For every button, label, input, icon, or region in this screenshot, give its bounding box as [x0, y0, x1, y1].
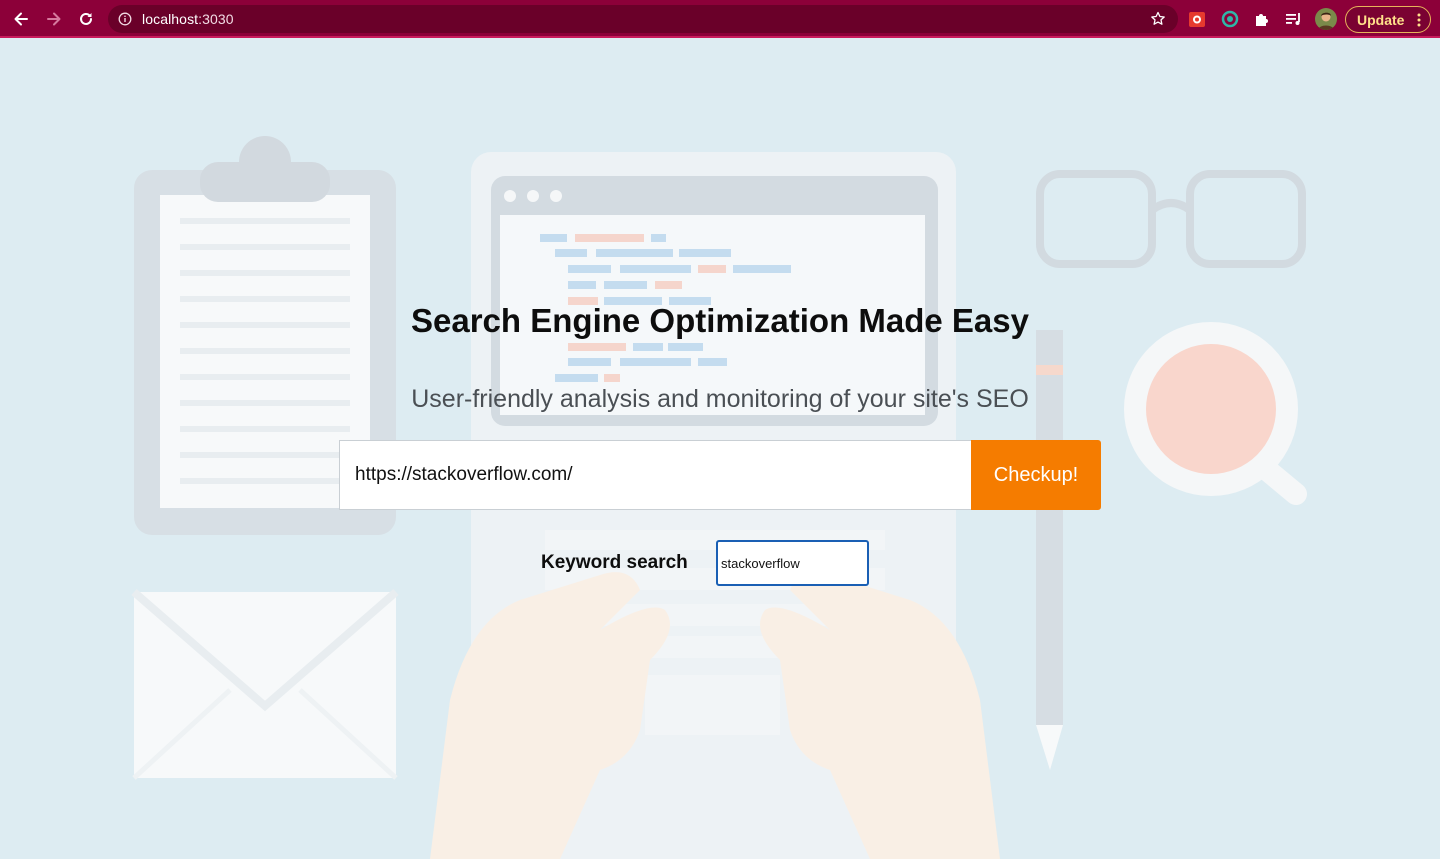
reload-icon[interactable]	[75, 8, 97, 30]
extension-icon-red[interactable]	[1187, 9, 1207, 29]
address-url: localhost:3030	[142, 11, 234, 27]
site-info-icon[interactable]	[118, 12, 132, 26]
page-title: Search Engine Optimization Made Easy	[411, 302, 1029, 339]
back-arrow-icon[interactable]	[10, 8, 32, 30]
puzzle-icon[interactable]	[1252, 9, 1272, 29]
checkup-button[interactable]: Checkup!	[971, 440, 1101, 510]
menu-dots-icon[interactable]	[1417, 13, 1421, 30]
avatar[interactable]	[1315, 8, 1337, 30]
url-port: :3030	[198, 11, 234, 27]
glasses-graphic	[1036, 170, 1306, 268]
url-input[interactable]	[339, 440, 971, 510]
envelope-graphic	[131, 588, 399, 780]
media-queue-icon[interactable]	[1284, 9, 1304, 29]
keyword-search-input[interactable]	[716, 540, 869, 586]
page-subtitle: User-friendly analysis and monitoring of…	[411, 385, 1029, 413]
url-host: localhost	[142, 11, 199, 27]
bookmark-star-icon[interactable]	[1150, 11, 1166, 27]
url-checkup-form: Checkup!	[339, 440, 1101, 510]
keyword-search-label: Keyword search	[541, 552, 688, 573]
address-bar[interactable]: localhost:3030	[108, 5, 1178, 33]
update-label: Update	[1357, 11, 1405, 28]
update-button[interactable]: Update	[1345, 6, 1431, 33]
extension-icon-ring[interactable]	[1220, 9, 1240, 29]
forward-arrow-icon[interactable]	[43, 8, 65, 30]
browser-toolbar: localhost:3030 Update	[0, 0, 1440, 38]
